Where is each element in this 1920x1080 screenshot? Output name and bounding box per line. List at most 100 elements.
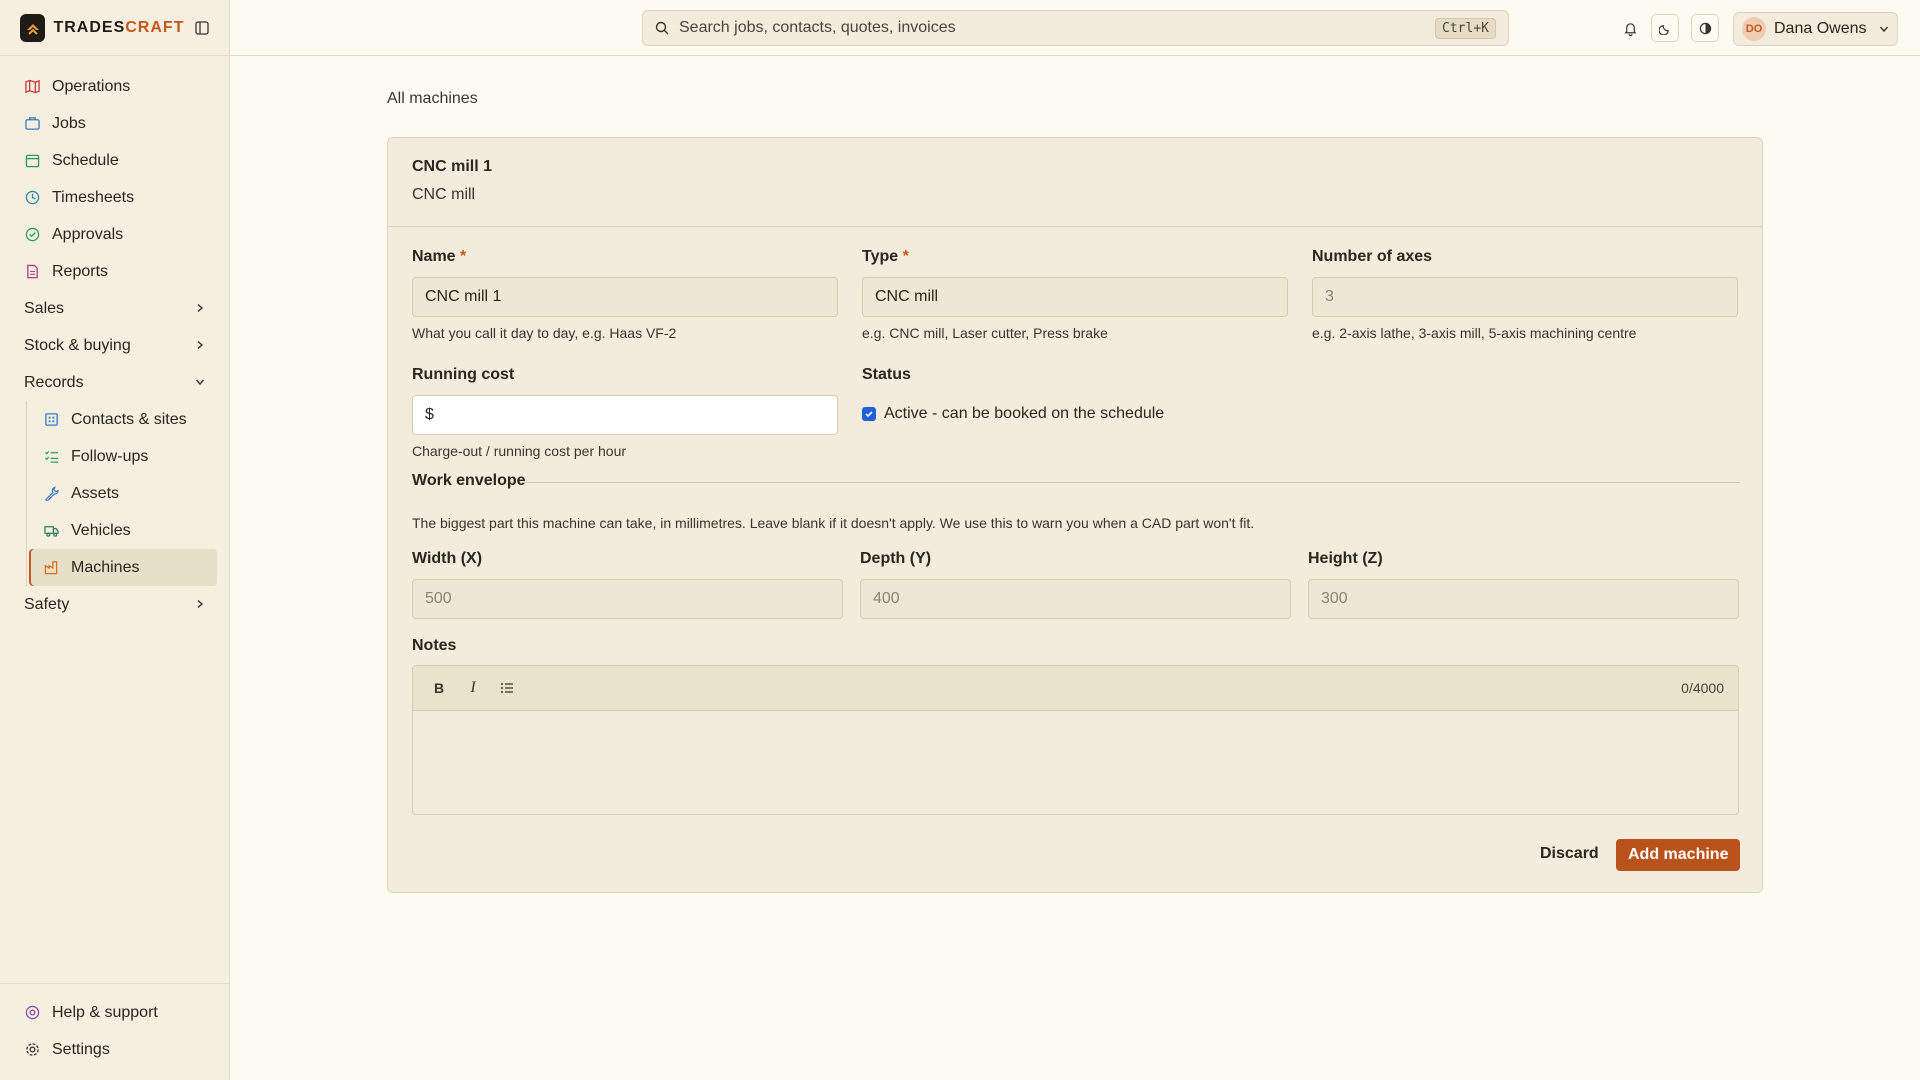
sidebar-item-help[interactable]: Help & support <box>0 994 229 1031</box>
sidebar-item-label: Timesheets <box>52 188 135 206</box>
bullet-list-icon[interactable] <box>495 676 519 700</box>
list-check-icon <box>43 449 59 465</box>
sidebar-item-jobs[interactable]: Jobs <box>0 105 229 142</box>
search-shortcut: Ctrl+K <box>1435 17 1496 39</box>
add-machine-button[interactable]: Add machine <box>1616 839 1741 871</box>
moon-icon[interactable] <box>1651 14 1679 42</box>
notes-textarea[interactable] <box>413 711 1738 814</box>
sidebar-collapse-icon[interactable] <box>194 20 209 36</box>
sidebar-group-label: Records <box>24 373 84 391</box>
sidebar-item-machines[interactable]: Machines <box>29 549 217 586</box>
map-icon <box>24 79 40 95</box>
sidebar-group-stock[interactable]: Stock & buying <box>0 327 229 364</box>
bold-icon[interactable]: B <box>427 676 451 700</box>
type-hint: e.g. CNC mill, Laser cutter, Press brake <box>862 325 1108 341</box>
building-icon <box>43 412 59 428</box>
sidebar-item-label: Approvals <box>52 225 124 243</box>
user-menu-button[interactable]: DO Dana Owens <box>1733 12 1898 46</box>
card-subtitle: CNC mill <box>412 186 476 203</box>
sidebar-item-approvals[interactable]: Approvals <box>0 216 229 253</box>
height-field[interactable]: 300 <box>1308 579 1739 619</box>
clock-icon <box>24 190 40 206</box>
sidebar-group-label: Safety <box>24 595 70 613</box>
axes-label: Number of axes <box>1312 248 1433 265</box>
lifebuoy-icon <box>24 1005 40 1021</box>
name-hint: What you call it day to day, e.g. Haas V… <box>412 325 677 341</box>
sidebar-item-follow-ups[interactable]: Follow-ups <box>29 438 217 475</box>
width-field[interactable]: 500 <box>412 579 843 619</box>
chevron-right-icon <box>195 337 205 355</box>
sidebar-item-label: Settings <box>52 1040 110 1058</box>
name-label: Name * <box>412 248 467 265</box>
user-name: Dana Owens <box>1774 20 1867 37</box>
axes-hint: e.g. 2-axis lathe, 3-axis mill, 5-axis m… <box>1312 325 1637 341</box>
chevron-down-icon <box>1879 24 1889 34</box>
factory-icon <box>43 560 59 576</box>
sidebar-item-settings[interactable]: Settings <box>0 1031 229 1068</box>
sidebar-item-label: Assets <box>71 484 120 502</box>
gear-icon <box>24 1042 40 1058</box>
editor-toolbar: B I 0/4000 <box>413 666 1738 711</box>
sidebar-item-operations[interactable]: Operations <box>0 68 229 105</box>
work-envelope-title: Work envelope <box>412 472 526 489</box>
sidebar-item-label: Contacts & sites <box>71 410 187 428</box>
height-label: Height (Z) <box>1308 550 1383 567</box>
sidebar-item-label: Vehicles <box>71 521 131 539</box>
card-title: CNC mill 1 <box>412 158 493 175</box>
chevron-right-icon <box>195 596 205 614</box>
notes-counter: 0/4000 <box>1681 680 1724 696</box>
search-placeholder: Search jobs, contacts, quotes, invoices <box>679 19 956 36</box>
topbar: Search jobs, contacts, quotes, invoices … <box>230 0 1920 56</box>
discard-button[interactable]: Discard <box>1540 845 1599 863</box>
type-field[interactable]: CNC mill <box>862 277 1288 317</box>
sidebar-records-submenu: Contacts & sites Follow-ups Assets Vehic… <box>26 401 229 586</box>
italic-icon[interactable]: I <box>461 676 485 700</box>
machine-form-card: CNC mill 1 CNC mill Name * CNC mill 1 Wh… <box>387 137 1763 893</box>
depth-field[interactable]: 400 <box>860 579 1291 619</box>
document-icon <box>24 264 40 280</box>
sidebar-item-contacts[interactable]: Contacts & sites <box>29 401 217 438</box>
sidebar-item-assets[interactable]: Assets <box>29 475 217 512</box>
running-cost-field[interactable]: $ <box>412 395 838 435</box>
chevron-down-icon <box>195 374 205 392</box>
sidebar-item-label: Help & support <box>52 1003 158 1021</box>
check-circle-icon <box>24 227 40 243</box>
active-checkbox[interactable] <box>862 407 876 421</box>
type-label: Type * <box>862 248 909 265</box>
global-search[interactable]: Search jobs, contacts, quotes, invoices … <box>642 10 1509 46</box>
avatar: DO <box>1742 17 1766 41</box>
sidebar-bottom: Help & support Settings <box>0 983 229 1080</box>
status-label: Status <box>862 366 911 383</box>
search-icon <box>655 21 669 35</box>
sidebar-item-timesheets[interactable]: Timesheets <box>0 179 229 216</box>
sidebar-group-records[interactable]: Records <box>0 364 229 401</box>
card-header: CNC mill 1 CNC mill <box>388 138 1762 227</box>
running-cost-label: Running cost <box>412 366 515 383</box>
sidebar: TRADESCRAFT Operations Jobs Schedule Tim… <box>0 0 230 1080</box>
sidebar-item-label: Reports <box>52 262 109 280</box>
sidebar-item-vehicles[interactable]: Vehicles <box>29 512 217 549</box>
sidebar-item-reports[interactable]: Reports <box>0 253 229 290</box>
axes-field[interactable]: 3 <box>1312 277 1738 317</box>
sidebar-group-label: Sales <box>24 299 65 317</box>
sidebar-item-label: Machines <box>71 558 140 576</box>
name-field[interactable]: CNC mill 1 <box>412 277 838 317</box>
sidebar-item-label: Schedule <box>52 151 119 169</box>
calendar-icon <box>24 153 40 169</box>
sidebar-nav: Operations Jobs Schedule Timesheets Appr… <box>0 56 229 623</box>
sidebar-group-safety[interactable]: Safety <box>0 586 229 623</box>
contrast-icon[interactable] <box>1691 14 1719 42</box>
sidebar-group-sales[interactable]: Sales <box>0 290 229 327</box>
work-envelope-description: The biggest part this machine can take, … <box>412 515 1255 531</box>
logo-icon <box>20 13 46 42</box>
brand-name: TRADESCRAFT <box>53 18 185 36</box>
status-row: Active - can be booked on the schedule <box>862 405 1164 423</box>
depth-label: Depth (Y) <box>860 550 932 567</box>
truck-icon <box>43 523 59 539</box>
bell-icon[interactable] <box>1616 14 1644 42</box>
sidebar-item-schedule[interactable]: Schedule <box>0 142 229 179</box>
notes-label: Notes <box>412 637 457 654</box>
breadcrumb-all-machines[interactable]: All machines <box>387 90 478 108</box>
sidebar-item-label: Follow-ups <box>71 447 149 465</box>
chevron-right-icon <box>195 300 205 318</box>
